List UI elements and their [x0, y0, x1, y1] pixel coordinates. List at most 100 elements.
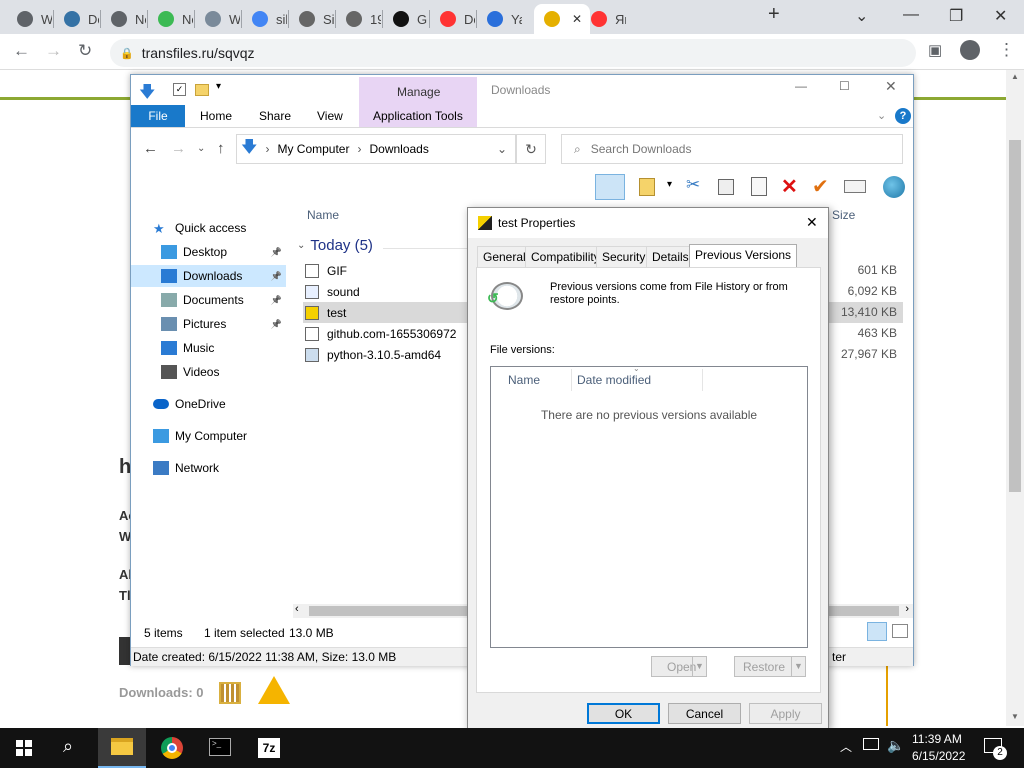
copy-icon[interactable] [718, 179, 734, 195]
dialog-close-button[interactable]: ✕ [806, 214, 818, 231]
tab-compatibility[interactable]: Compatibility [525, 246, 606, 267]
refresh-button[interactable]: ↻ [516, 134, 546, 164]
explorer-close-button[interactable]: ✕ [885, 78, 897, 95]
close-window-button[interactable]: ✕ [994, 6, 1007, 26]
details-view-button[interactable] [867, 622, 887, 641]
properties-icon[interactable] [844, 180, 866, 193]
open-button[interactable]: Open ▼ [651, 656, 707, 677]
breadcrumb-downloads[interactable]: Downloads [369, 142, 428, 156]
restore-button[interactable]: ❐ [949, 6, 963, 26]
scroll-left-arrow[interactable]: ‹ [295, 603, 299, 615]
column-header-name[interactable]: Name [307, 208, 339, 222]
nav-item-downloads[interactable]: Downloads 📌 [131, 265, 286, 287]
profile-avatar[interactable] [960, 40, 980, 60]
search-icon[interactable]: ⌕ [63, 736, 73, 757]
minimize-button[interactable]: — [903, 6, 919, 24]
qat-download-icon[interactable]: 🡇 [139, 81, 155, 108]
browser-tab[interactable]: Wh [7, 4, 52, 34]
nav-item-my-computer[interactable]: My Computer [131, 425, 286, 447]
column-header-size[interactable]: Size [832, 208, 855, 222]
pin-icon[interactable]: 📌 [271, 295, 282, 306]
forward-button[interactable]: → [45, 41, 62, 61]
large-icons-view-button[interactable] [892, 624, 908, 638]
network-globe-icon[interactable] [883, 176, 905, 198]
nav-item-pictures[interactable]: Pictures 📌 [131, 313, 286, 335]
browser-tab[interactable]: Do [54, 4, 99, 34]
new-tab-button[interactable]: + [768, 3, 780, 26]
browser-tab[interactable]: Yan [477, 4, 522, 34]
qat-folder-icon[interactable] [195, 84, 209, 96]
tab-previous-versions[interactable]: Previous Versions [689, 244, 798, 268]
ribbon-tab-home[interactable]: Home [200, 105, 232, 127]
tab-general[interactable]: General [477, 246, 532, 267]
recent-locations-icon[interactable]: ⌄ [197, 143, 205, 154]
clock-date[interactable]: 6/15/2022 [912, 749, 965, 763]
browser-tab[interactable]: sile [242, 4, 287, 34]
nav-item-quick-access[interactable]: ★ Quick access [131, 217, 286, 239]
delete-icon[interactable]: ✕ [781, 174, 798, 199]
network-tray-icon[interactable] [863, 738, 879, 750]
nav-forward-button[interactable]: → [171, 140, 186, 157]
nav-item-documents[interactable]: Documents 📌 [131, 289, 286, 311]
new-item-dropdown-icon[interactable]: ▾ [667, 179, 672, 190]
breadcrumb-my-computer[interactable]: My Computer [277, 142, 349, 156]
tab-security[interactable]: Security [596, 246, 652, 267]
pin-icon[interactable]: 📌 [271, 319, 282, 330]
address-bar[interactable]: 🔒 transfiles.ru/sqvqz [110, 39, 916, 67]
tab-search-icon[interactable]: ⌄ [855, 6, 868, 26]
browser-tab[interactable]: We [195, 4, 240, 34]
restore-dropdown-icon[interactable]: ▼ [791, 657, 805, 676]
nav-item-desktop[interactable]: Desktop 📌 [131, 241, 286, 263]
scroll-right-arrow[interactable]: › [905, 603, 909, 615]
list-column-name[interactable]: Name [508, 373, 540, 387]
tray-overflow-icon[interactable]: ︿ [840, 738, 852, 755]
clock-time[interactable]: 11:39 AM [912, 732, 962, 746]
ribbon-expand-icon[interactable]: ⌄ [877, 109, 886, 122]
ribbon-tab-view[interactable]: View [317, 105, 343, 127]
cancel-button[interactable]: Cancel [668, 703, 741, 724]
apply-button[interactable]: Apply [749, 703, 822, 724]
browser-tab[interactable]: Site [289, 4, 334, 34]
qr-code-icon[interactable] [219, 682, 241, 704]
group-header[interactable]: ⌄ Today (5) [297, 237, 373, 254]
browser-tab[interactable]: Do [430, 4, 475, 34]
ribbon-tab-application-tools[interactable]: Application Tools [373, 105, 463, 127]
qat-dropdown-icon[interactable]: ▾ [216, 81, 221, 92]
browser-tab[interactable]: Ne [148, 4, 193, 34]
terminal-icon[interactable]: >_ [209, 738, 231, 756]
browser-tab[interactable]: Git [383, 4, 428, 34]
address-box[interactable]: 🡇 › My Computer › Downloads ⌄ [236, 134, 516, 164]
versions-list[interactable]: Name Date modified ⌄ There are no previo… [490, 364, 808, 648]
7zip-icon[interactable]: 7z [258, 738, 280, 758]
file-row[interactable]: sound [305, 282, 360, 302]
browser-tab[interactable]: Ян [581, 4, 626, 34]
reload-button[interactable]: ↻ [78, 41, 92, 61]
list-column-date-modified[interactable]: Date modified [577, 373, 651, 387]
search-box[interactable]: ⌕ Search Downloads [561, 134, 903, 164]
browser-tab[interactable]: 197 [336, 4, 381, 34]
menu-kebab-icon[interactable]: ⋮ [998, 40, 1015, 60]
file-row[interactable]: test [305, 303, 346, 323]
page-scrollbar[interactable]: ▲ ▼ [1006, 70, 1024, 726]
explorer-minimize-button[interactable]: — [795, 79, 807, 93]
pin-icon[interactable]: 📌 [271, 271, 282, 282]
browser-tab[interactable]: Ne [101, 4, 146, 34]
rename-icon[interactable]: ✔ [812, 174, 829, 199]
file-explorer-icon[interactable] [98, 728, 146, 768]
side-panel-icon[interactable]: ▣ [928, 41, 942, 59]
start-icon[interactable] [16, 740, 32, 756]
ok-button[interactable]: OK [587, 703, 660, 724]
chrome-icon[interactable] [161, 737, 183, 759]
nav-back-button[interactable]: ← [143, 140, 158, 157]
warning-icon[interactable] [258, 676, 290, 704]
qat-properties-icon[interactable]: ✓ [173, 83, 186, 96]
scroll-down-arrow[interactable]: ▼ [1011, 712, 1019, 721]
open-dropdown-icon[interactable]: ▼ [692, 657, 706, 676]
file-row[interactable]: GIF [305, 261, 347, 281]
nav-item-network[interactable]: Network [131, 457, 286, 479]
address-dropdown-icon[interactable]: ⌄ [497, 142, 507, 156]
restore-button[interactable]: Restore ▼ [734, 656, 806, 677]
nav-item-videos[interactable]: Videos [131, 361, 286, 383]
scroll-up-arrow[interactable]: ▲ [1011, 72, 1019, 81]
preview-pane-icon[interactable] [595, 174, 625, 200]
